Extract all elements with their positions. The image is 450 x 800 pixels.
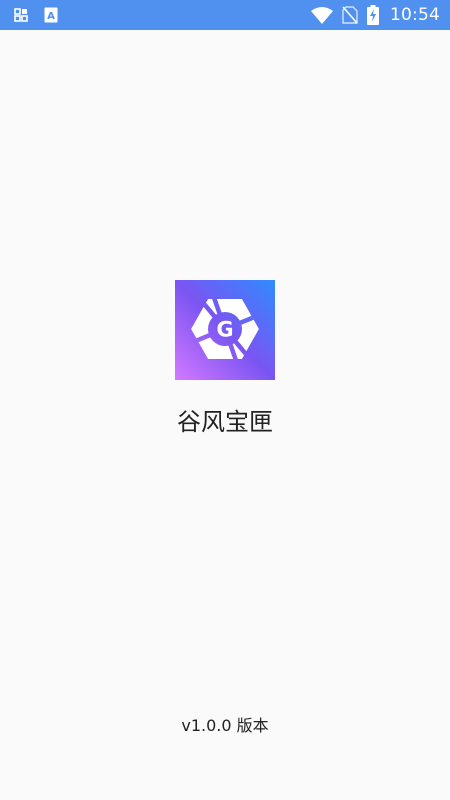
splash-screen: A 10:54 G 谷风宝匣 v1.0.0 版本 (0, 0, 450, 800)
svg-text:A: A (47, 11, 55, 22)
no-sim-icon (342, 6, 358, 24)
app-logo: G (175, 280, 275, 380)
camera-aperture-g-logo-icon: G (175, 280, 275, 380)
app-name: 谷风宝匣 (177, 408, 273, 436)
status-bar-left: A (14, 0, 58, 30)
status-bar-right: 10:54 (311, 0, 440, 30)
battery-charging-icon (367, 5, 379, 25)
font-a-icon: A (44, 7, 58, 23)
wifi-icon (311, 6, 333, 24)
version-label: v1.0.0 版本 (181, 716, 269, 735)
status-bar: A 10:54 (0, 0, 450, 30)
quick-settings-icon (14, 8, 28, 22)
status-bar-clock: 10:54 (390, 5, 440, 25)
logo-letter: G (216, 318, 233, 342)
